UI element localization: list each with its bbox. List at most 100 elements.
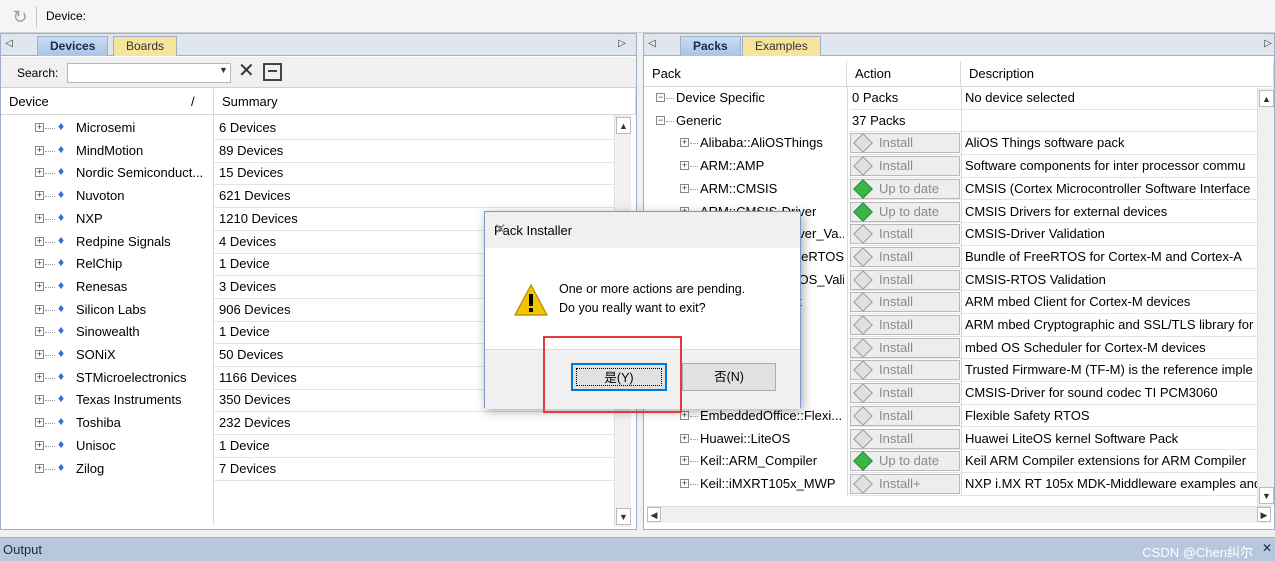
output-close-icon[interactable]: ✕ bbox=[1262, 541, 1272, 555]
sort-indicator: / bbox=[191, 94, 195, 109]
vendor-row[interactable]: + ♦ SONiX bbox=[1, 344, 214, 367]
scroll-down-icon[interactable]: ▼ bbox=[616, 508, 631, 525]
search-input[interactable] bbox=[67, 63, 231, 83]
expand-icon[interactable]: + bbox=[35, 327, 44, 337]
scroll-up-icon[interactable]: ▲ bbox=[616, 117, 631, 134]
pack-row[interactable]: + ARM::CMSIS Up to date CMSIS (Cortex Micro… bbox=[644, 177, 1264, 201]
up-to-date-button[interactable]: Up to date bbox=[850, 201, 960, 222]
install-button[interactable]: Install+ bbox=[850, 473, 960, 494]
expand-icon[interactable]: + bbox=[680, 433, 689, 443]
expand-icon[interactable]: + bbox=[35, 395, 44, 405]
tab-scroll-left-icon[interactable]: ◁ bbox=[646, 37, 658, 51]
tab-scroll-left-icon[interactable]: ◁ bbox=[3, 37, 15, 51]
vendor-row[interactable]: + ♦ Silicon Labs bbox=[1, 299, 214, 322]
search-dropdown-icon[interactable]: ▼ bbox=[219, 65, 228, 75]
expand-icon[interactable]: + bbox=[680, 456, 689, 466]
expand-icon[interactable]: + bbox=[35, 350, 44, 359]
vendor-row[interactable]: + ♦ Nuvoton bbox=[1, 185, 214, 208]
vendor-row[interactable]: + ♦ Renesas bbox=[1, 276, 214, 299]
pack-row[interactable]: + Keil::ARM_Compiler Up to date Keil ARM Co… bbox=[644, 450, 1264, 474]
column-pack[interactable]: Pack bbox=[644, 61, 847, 87]
packs-horizontal-scrollbar[interactable]: ◀ ▶ bbox=[647, 506, 1271, 523]
vendor-row[interactable]: + ♦ MindMotion bbox=[1, 140, 214, 163]
expand-icon[interactable]: + bbox=[35, 236, 44, 246]
column-description[interactable]: Description bbox=[961, 61, 1274, 87]
no-button[interactable]: 否(N) bbox=[682, 363, 776, 391]
column-divider bbox=[847, 268, 848, 292]
expand-icon[interactable]: + bbox=[35, 145, 44, 155]
dialog-message-line1: One or more actions are pending. bbox=[559, 282, 746, 296]
expand-icon[interactable]: + bbox=[35, 213, 44, 223]
up-to-date-button[interactable]: Up to date bbox=[850, 178, 960, 199]
expand-icon[interactable]: + bbox=[35, 259, 44, 269]
expand-icon[interactable]: − bbox=[656, 93, 665, 102]
column-action[interactable]: Action bbox=[847, 61, 961, 87]
pack-row[interactable]: + Huawei::LiteOS Install Huawei LiteOS kern… bbox=[644, 427, 1264, 451]
up-to-date-button[interactable]: Up to date bbox=[850, 451, 960, 472]
install-button[interactable]: Install bbox=[850, 292, 960, 313]
expand-icon[interactable]: + bbox=[35, 123, 44, 132]
column-divider bbox=[847, 200, 848, 224]
packs-vertical-scrollbar[interactable]: ▲ ▼ bbox=[1257, 88, 1274, 506]
tab-devices[interactable]: Devices bbox=[37, 36, 109, 56]
pack-row[interactable]: − Generic 37 Packs bbox=[644, 109, 1264, 133]
tab-scroll-right-icon[interactable]: ▷ bbox=[1262, 37, 1274, 51]
install-button[interactable]: Install bbox=[850, 246, 960, 267]
scroll-right-icon[interactable]: ▶ bbox=[1257, 507, 1271, 522]
expand-icon[interactable]: + bbox=[35, 372, 44, 382]
vendor-row[interactable]: + ♦ STMicroelectronics bbox=[1, 367, 214, 390]
clear-search-icon[interactable]: ✕ bbox=[238, 60, 255, 82]
install-button[interactable]: Install bbox=[850, 156, 960, 177]
install-button[interactable]: Install bbox=[850, 269, 960, 290]
column-summary[interactable]: Summary bbox=[214, 89, 636, 115]
vendor-row[interactable]: + ♦ Redpine Signals bbox=[1, 231, 214, 254]
scroll-down-icon[interactable]: ▼ bbox=[1259, 487, 1274, 504]
expand-icon[interactable]: + bbox=[680, 183, 689, 193]
output-bar[interactable]: Output CSDN @Chen纠尔 ✕ bbox=[0, 537, 1275, 561]
close-icon[interactable]: ✕ bbox=[494, 220, 786, 238]
expand-icon[interactable]: + bbox=[680, 161, 689, 171]
install-button[interactable]: Install bbox=[850, 383, 960, 404]
vendor-row[interactable]: + ♦ Zilog bbox=[1, 458, 214, 481]
expand-icon[interactable]: + bbox=[35, 304, 44, 314]
scroll-up-icon[interactable]: ▲ bbox=[1259, 90, 1274, 107]
expand-icon[interactable]: − bbox=[656, 115, 665, 125]
expand-icon[interactable]: + bbox=[35, 281, 44, 291]
install-button[interactable]: Install bbox=[850, 428, 960, 449]
vendor-row[interactable]: + ♦ NXP bbox=[1, 208, 214, 231]
tab-scroll-right-icon[interactable]: ▷ bbox=[616, 37, 628, 51]
vendor-row[interactable]: + ♦ Texas Instruments bbox=[1, 389, 214, 412]
install-button[interactable]: Install bbox=[850, 133, 960, 154]
tab-examples[interactable]: Examples bbox=[742, 36, 821, 56]
expand-icon[interactable]: + bbox=[35, 191, 44, 201]
tab-packs[interactable]: Packs bbox=[680, 36, 741, 56]
install-button[interactable]: Install bbox=[850, 405, 960, 426]
vendor-row[interactable]: + ♦ Sinowealth bbox=[1, 321, 214, 344]
column-device[interactable]: Device / bbox=[1, 89, 214, 115]
expand-icon[interactable]: + bbox=[35, 440, 44, 450]
scroll-left-icon[interactable]: ◀ bbox=[647, 507, 661, 522]
vendor-row[interactable]: + ♦ Toshiba bbox=[1, 412, 214, 435]
expand-icon[interactable]: + bbox=[35, 418, 44, 428]
refresh-icon[interactable]: ↻ bbox=[10, 7, 30, 27]
vendor-row[interactable]: + ♦ Nordic Semiconduct... bbox=[1, 162, 214, 185]
install-button[interactable]: Install bbox=[850, 315, 960, 335]
tab-boards[interactable]: Boards bbox=[113, 36, 178, 56]
collapse-all-icon[interactable] bbox=[263, 63, 282, 81]
vendor-row[interactable]: + ♦ Microsemi bbox=[1, 117, 214, 140]
pack-name: Keil::iMXRT105x_MWP bbox=[700, 475, 836, 491]
pack-row[interactable]: + Alibaba::AliOSThings Install AliOS Things… bbox=[644, 132, 1264, 156]
pack-row[interactable]: + Keil::iMXRT105x_MWP Install+ NXP i.MX RT … bbox=[644, 472, 1264, 496]
expand-icon[interactable]: + bbox=[680, 138, 689, 148]
expand-icon[interactable]: + bbox=[35, 168, 44, 178]
vendor-row[interactable]: + ♦ RelChip bbox=[1, 253, 214, 276]
install-button[interactable]: Install bbox=[850, 337, 960, 358]
pack-row[interactable]: − Device Specific 0 Packs No device selecte… bbox=[644, 87, 1264, 110]
install-button[interactable]: Install bbox=[850, 360, 960, 381]
install-button[interactable]: Install bbox=[850, 224, 960, 245]
vendor-row[interactable]: + ♦ Unisoc bbox=[1, 435, 214, 458]
vendor-gem-icon: ♦ bbox=[58, 300, 65, 315]
pack-row[interactable]: + ARM::AMP Install Software components for … bbox=[644, 155, 1264, 179]
expand-icon[interactable]: + bbox=[680, 478, 689, 488]
expand-icon[interactable]: + bbox=[35, 463, 44, 473]
